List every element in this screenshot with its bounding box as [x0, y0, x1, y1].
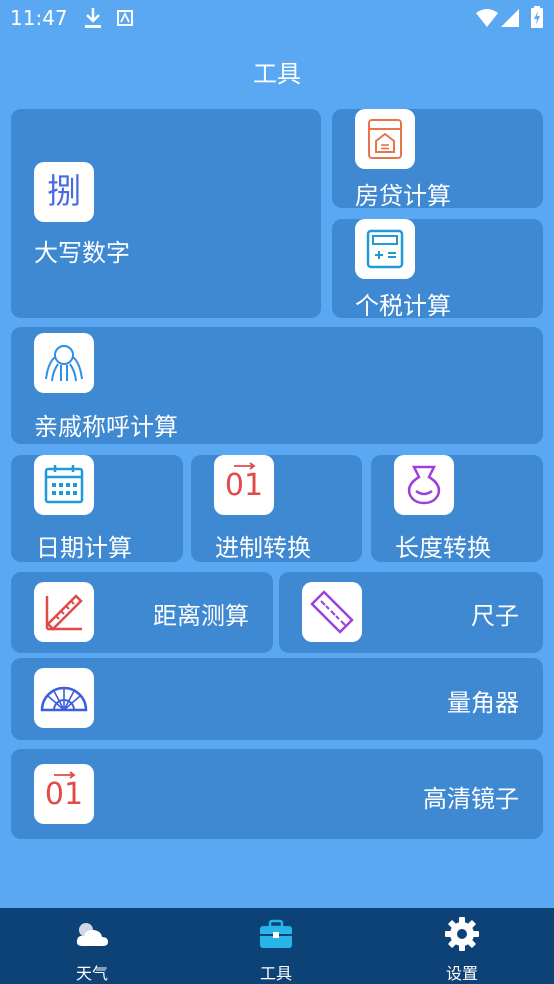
tab-tools[interactable]: 工具 [184, 908, 368, 984]
status-bar: 11:47 [0, 0, 554, 38]
fangdai-label: 房贷计算 [355, 182, 451, 210]
tool-card-changdu[interactable]: 长度转换 [371, 455, 543, 562]
cloud-icon [74, 916, 110, 956]
liangjiao-label: 量角器 [447, 689, 519, 717]
tool-card-chizi[interactable]: 尺子 [279, 572, 543, 653]
tab-weather-label: 天气 [75, 964, 108, 983]
tool-card-daxie[interactable]: 捌 大写数字 [11, 109, 321, 318]
house-loan-icon [355, 109, 415, 169]
tool-card-jingzi[interactable]: 01 高清镜子 [11, 749, 543, 839]
ruler-icon [302, 582, 362, 642]
tool-card-fangdai[interactable]: 房贷计算 [332, 109, 543, 210]
tool-card-juli[interactable]: 距离测算 [11, 572, 273, 653]
calculator-icon [355, 219, 415, 279]
bottom-navigation: 天气 工具 设置 [0, 908, 554, 984]
app-notification-icon [117, 10, 133, 30]
tool-card-liangjiao[interactable]: 量角器 [11, 658, 543, 740]
distance-ruler-icon [34, 582, 94, 642]
tool-card-geshui[interactable]: 个税计算 [332, 219, 543, 320]
tab-settings-label: 设置 [445, 964, 478, 983]
daxie-icon: 捌 [34, 162, 94, 222]
calendar-icon [34, 455, 94, 515]
tab-settings[interactable]: 设置 [370, 908, 554, 984]
chizi-label: 尺子 [471, 602, 519, 630]
jingzi-label: 高清镜子 [423, 785, 519, 813]
tool-card-qinqi[interactable]: 亲戚称呼计算 [11, 327, 543, 444]
gear-icon [444, 916, 480, 956]
jinzhi-label: 进制转换 [215, 534, 311, 562]
mirror-icon: 01 [34, 764, 94, 824]
geshui-label: 个税计算 [355, 292, 451, 320]
page-title: 工具 [253, 60, 301, 88]
wifi-icon [476, 9, 498, 31]
daxie-label: 大写数字 [34, 239, 130, 267]
tab-weather[interactable]: 天气 [0, 908, 184, 984]
signal-icon [501, 9, 519, 31]
toolbox-icon [258, 916, 294, 956]
qinqi-label: 亲戚称呼计算 [34, 413, 178, 441]
protractor-icon [34, 668, 94, 728]
status-time: 11:47 [10, 6, 68, 30]
juli-label: 距离测算 [153, 602, 249, 630]
tab-tools-label: 工具 [259, 964, 292, 983]
battery-charging-icon [531, 6, 543, 32]
changdu-label: 长度转换 [395, 534, 491, 562]
riqi-label: 日期计算 [36, 534, 132, 562]
tool-card-riqi[interactable]: 日期计算 [11, 455, 183, 562]
vase-icon [394, 455, 454, 515]
tool-card-jinzhi[interactable]: 01 进制转换 [191, 455, 362, 562]
binary-icon: 01 [214, 455, 274, 515]
download-icon [84, 7, 102, 33]
family-icon [34, 333, 94, 393]
